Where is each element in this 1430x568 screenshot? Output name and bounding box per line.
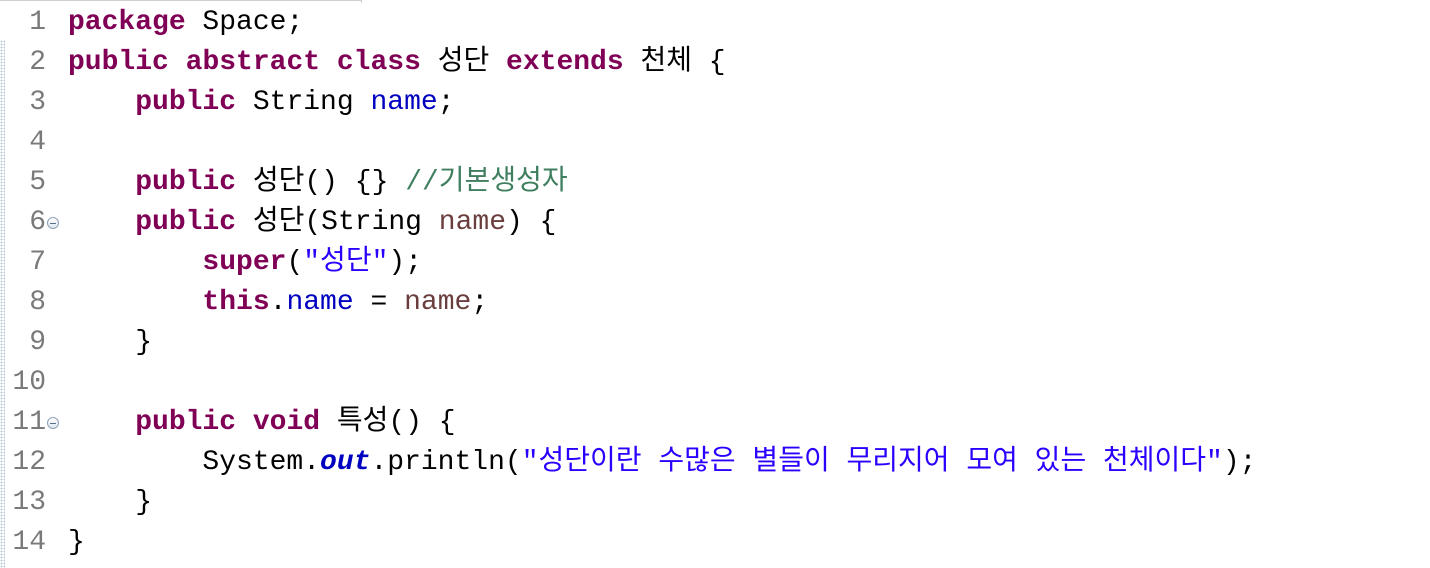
keyword: public [135, 87, 237, 118]
code-line: public abstract class 성단 extends 천체 { [68, 43, 726, 83]
code-text: . [269, 287, 287, 318]
static-field: out [320, 447, 371, 478]
code-text: = [353, 287, 405, 318]
line-number: 5 [29, 167, 46, 198]
code-text: ( [286, 247, 304, 278]
line-number: 3 [29, 87, 46, 118]
code-line: this.name = name; [68, 283, 488, 323]
line-number: 10 [12, 367, 46, 398]
keyword: class [336, 47, 421, 78]
code-line: package Space; [68, 3, 303, 43]
code-text: System. [202, 447, 321, 478]
parameter-name: name [404, 287, 472, 318]
line-number: 14 [12, 527, 46, 558]
line-number: 8 [29, 287, 46, 318]
line-number-gutter: 1 2 3 4 5 6 7 8 9 10 11 12 13 14 [0, 0, 62, 568]
code-text-area[interactable]: package Space; public abstract class 성단 … [68, 0, 1418, 568]
code-line: } [68, 483, 152, 523]
line-number: 7 [29, 247, 46, 278]
code-text: ); [1222, 447, 1257, 478]
keyword: public [68, 47, 169, 78]
string-literal: "성단" [303, 247, 389, 278]
line-number: 6 [29, 207, 46, 238]
code-line: super("성단"); [68, 243, 422, 283]
fold-collapse-icon[interactable] [47, 417, 59, 429]
line-number: 2 [29, 47, 46, 78]
comment: //기본생성자 [405, 167, 568, 198]
code-text: ) { [506, 207, 557, 238]
keyword: extends [506, 47, 624, 78]
code-text: } [135, 327, 153, 358]
field-name: name [370, 87, 438, 118]
code-text: 특성() { [320, 407, 456, 438]
code-text: ; [437, 87, 455, 118]
code-text: String [236, 87, 371, 118]
code-line: System.out.println("성단이란 수많은 별들이 무리지어 모여… [68, 443, 1256, 483]
keyword: public [135, 167, 237, 198]
code-text: 성단(String [236, 207, 439, 238]
code-text: ); [388, 247, 422, 278]
code-editor[interactable]: 1 2 3 4 5 6 7 8 9 10 11 12 13 14 package… [0, 0, 1430, 568]
class-name: 성단 [420, 47, 507, 78]
line-number: 13 [12, 487, 46, 518]
code-line: public 성단(String name) { [68, 203, 556, 243]
code-text: 천체 { [623, 47, 726, 78]
keyword: abstract [185, 47, 321, 78]
string-literal: "성단이란 수많은 별들이 무리지어 모여 있는 천체이다" [521, 447, 1223, 478]
line-number: 1 [29, 7, 46, 38]
code-line: public 성단() {} //기본생성자 [68, 163, 568, 203]
field-name: name [286, 287, 354, 318]
fold-collapse-icon[interactable] [47, 217, 59, 229]
line-number: 9 [29, 327, 46, 358]
line-number: 12 [12, 447, 46, 478]
keyword: void [252, 407, 321, 438]
code-line: } [68, 323, 152, 363]
keyword: this [202, 287, 270, 318]
line-number: 4 [29, 127, 46, 158]
code-text: ; [471, 287, 489, 318]
code-text: } [68, 527, 85, 558]
keyword: super [202, 247, 287, 278]
code-text: } [135, 487, 153, 518]
keyword: public [135, 407, 237, 438]
parameter-name: name [438, 207, 507, 238]
code-text: .println( [370, 447, 522, 478]
keyword: public [135, 207, 237, 238]
keyword: package [68, 7, 186, 38]
code-line: public String name; [68, 83, 455, 123]
code-line: public void 특성() { [68, 403, 456, 443]
line-number: 11 [12, 407, 46, 438]
code-line: } [68, 523, 85, 563]
code-text: Space; [185, 7, 304, 38]
code-text: 성단() {} [236, 167, 406, 198]
